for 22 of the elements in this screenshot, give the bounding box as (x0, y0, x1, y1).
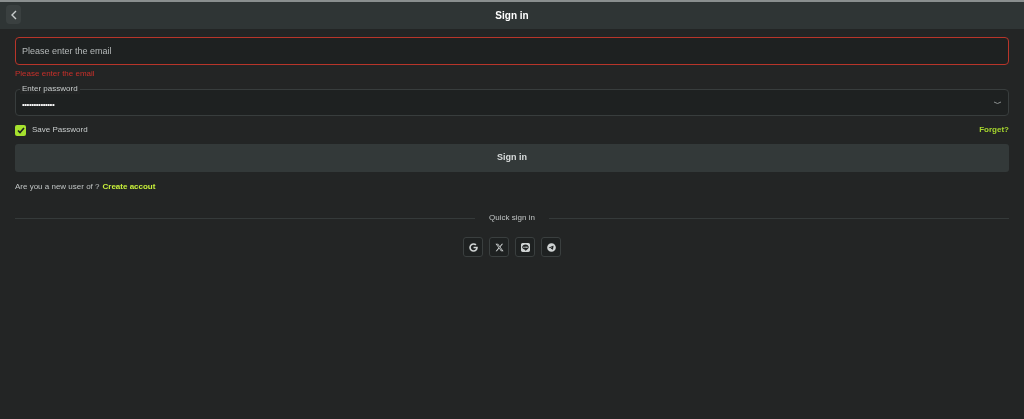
password-label: Enter password (20, 84, 80, 94)
window-title: Sign in (495, 9, 529, 23)
line-sign-in-button[interactable] (515, 237, 535, 257)
save-password-checkbox[interactable] (15, 124, 26, 136)
email-field[interactable]: Please enter the email (15, 37, 1009, 65)
x-logo-icon (494, 242, 504, 252)
sign-in-button[interactable]: Sign in (15, 144, 1009, 172)
password-value: •••••••••••••• (22, 98, 55, 111)
back-icon (10, 9, 17, 20)
create-account-link[interactable]: Create accout (102, 182, 156, 192)
error-message: Please enter the email (15, 69, 96, 79)
speech-bubble-icon (520, 242, 530, 252)
save-password-label: Save Password (32, 124, 88, 136)
new-user-prompt: Are you a new user of ? (15, 182, 100, 192)
quick-sign-in-label: Quick sign in (488, 212, 536, 224)
google-sign-in-button[interactable] (463, 237, 483, 257)
paper-plane-icon (546, 242, 556, 252)
g-logo-icon (468, 242, 478, 252)
telegram-sign-in-button[interactable] (541, 237, 561, 257)
x-sign-in-button[interactable] (489, 237, 509, 257)
back-button[interactable] (6, 5, 21, 24)
forgot-link[interactable]: Forget? (979, 124, 1009, 136)
